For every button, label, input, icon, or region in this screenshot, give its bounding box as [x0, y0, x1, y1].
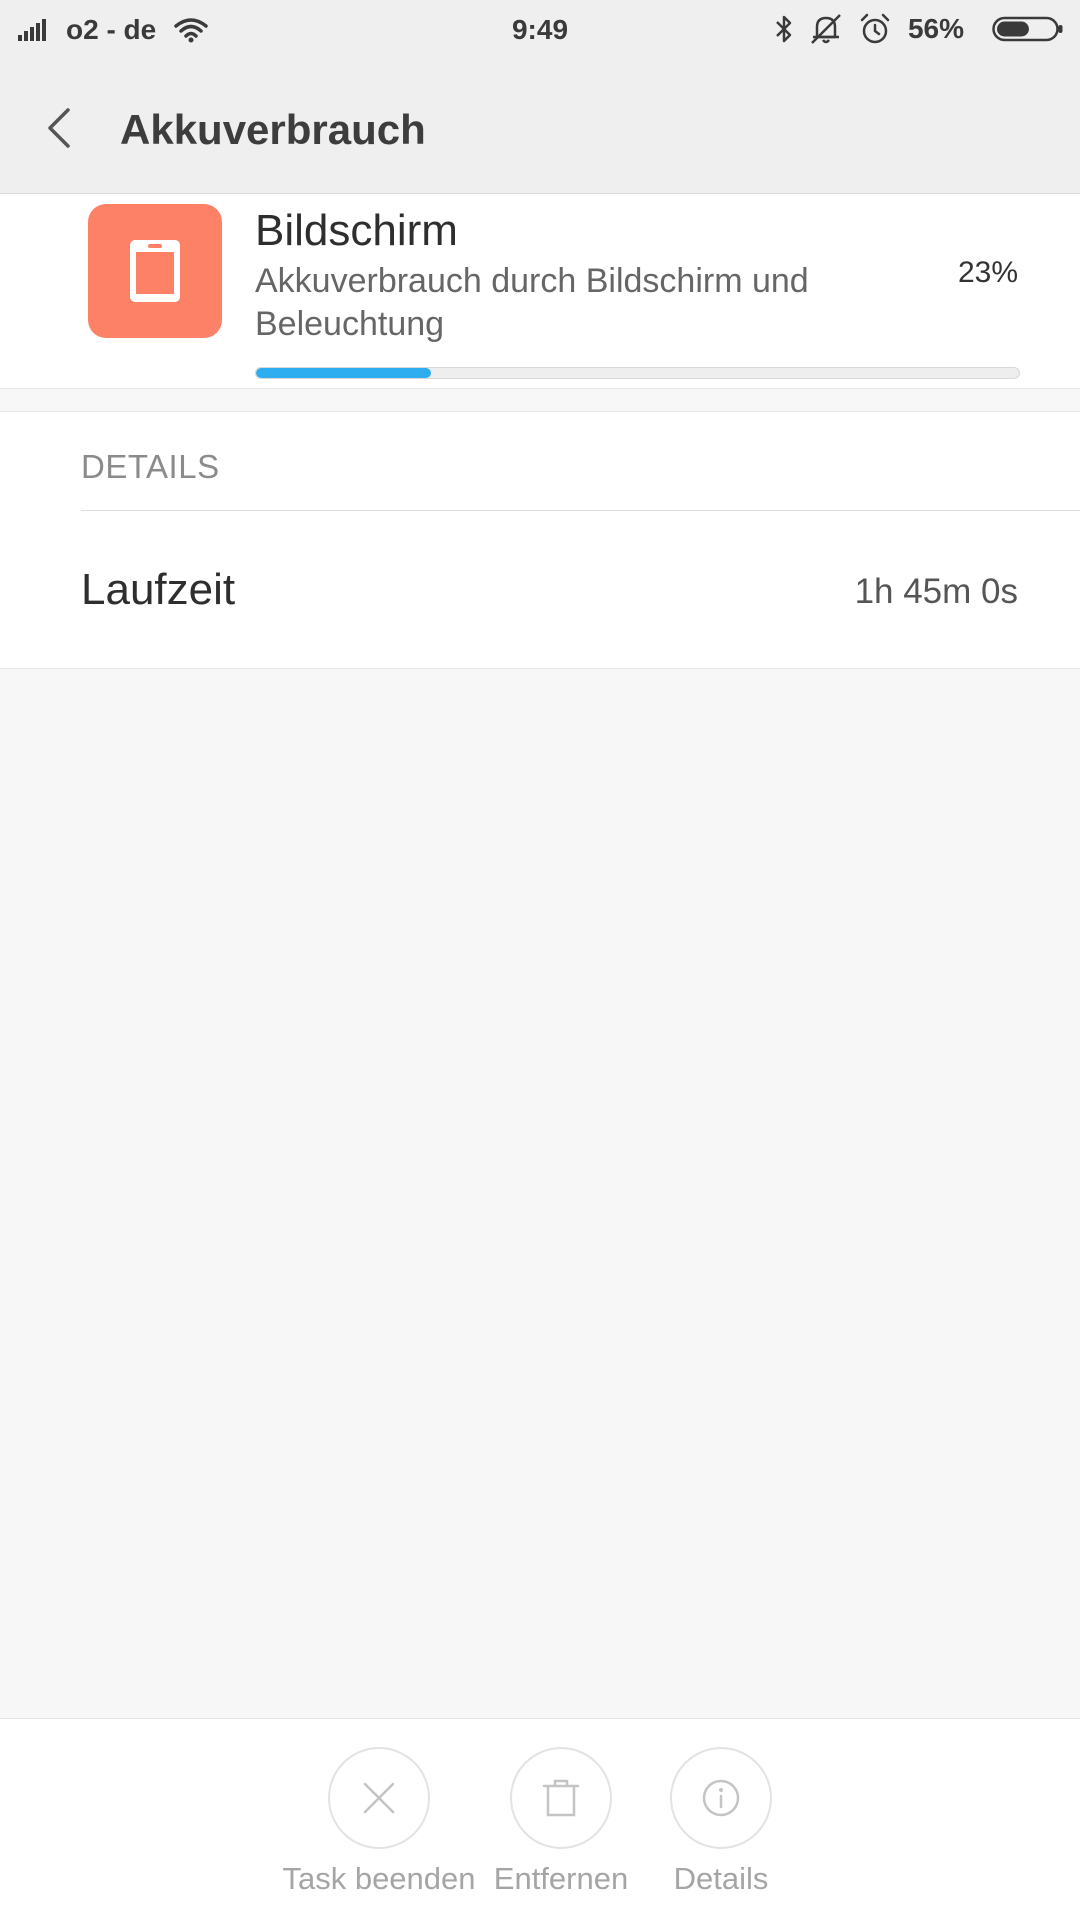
force-stop-circle[interactable] — [328, 1747, 430, 1849]
app-description: Akkuverbrauch durch Bildschirm und Beleu… — [255, 262, 809, 343]
section-divider — [81, 510, 1080, 511]
app-usage-card: Bildschirm Akkuverbrauch durch Bildschir… — [0, 194, 1080, 389]
runtime-value: 1h 45m 0s — [854, 572, 1018, 611]
bottom-action-bar: Task beenden Entfernen Details — [0, 1718, 1080, 1921]
battery-percent: 56% — [907, 13, 964, 44]
close-icon — [363, 1782, 395, 1814]
app-icon — [88, 204, 222, 338]
status-bar: o2 - de 9:49 56% — [0, 0, 1080, 62]
runtime-label: Laufzeit — [81, 565, 236, 614]
details-header: DETAILS — [81, 448, 220, 485]
back-button[interactable] — [36, 100, 86, 156]
usage-progress-fill — [256, 368, 432, 378]
usage-progress-bar — [255, 367, 1020, 379]
page-title: Akkuverbrauch — [120, 106, 426, 153]
mute-icon — [811, 14, 841, 44]
alarm-icon — [860, 13, 890, 44]
bluetooth-icon — [776, 15, 792, 43]
trash-icon — [542, 1779, 580, 1817]
battery-icon — [992, 16, 1063, 42]
details-section: DETAILS Laufzeit 1h 45m 0s — [0, 411, 1080, 669]
details-circle[interactable] — [670, 1747, 772, 1849]
tablet-icon — [130, 240, 180, 302]
info-icon — [702, 1779, 740, 1817]
chevron-left-icon — [48, 108, 70, 148]
remove-circle[interactable] — [510, 1747, 612, 1849]
force-stop-label: Task beenden — [282, 1861, 476, 1896]
status-right: 56% — [760, 12, 1064, 46]
app-name: Bildschirm — [255, 206, 458, 255]
details-label: Details — [673, 1861, 769, 1896]
force-stop-button[interactable]: Task beenden — [279, 1747, 479, 1897]
app-header: Akkuverbrauch — [0, 62, 1080, 194]
usage-percent: 23% — [957, 256, 1018, 289]
details-button[interactable]: Details — [621, 1747, 821, 1897]
